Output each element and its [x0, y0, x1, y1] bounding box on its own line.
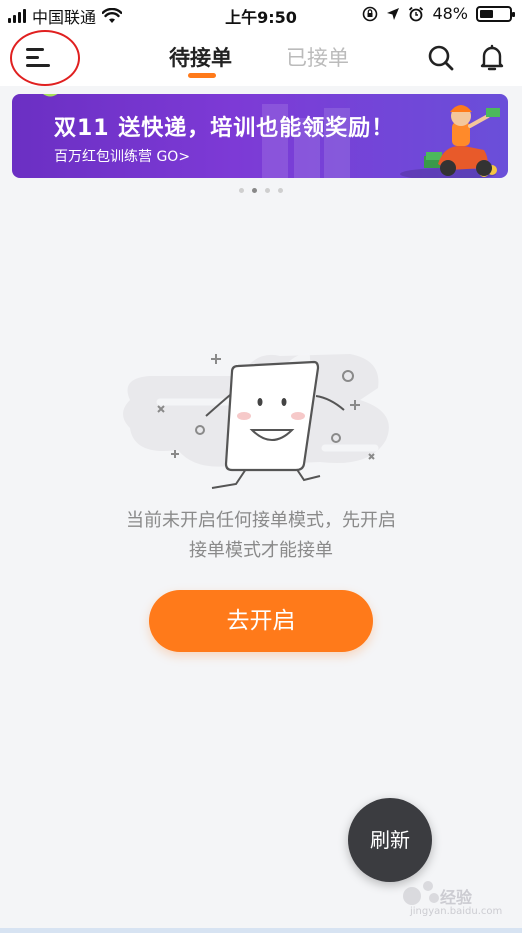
battery-percent: 48% [432, 4, 468, 23]
battery-fill [480, 9, 493, 18]
watermark-url: jingyan.baidu.com [410, 906, 503, 917]
search-icon[interactable] [427, 44, 455, 72]
refresh-button[interactable]: 刷新 [348, 798, 432, 882]
bell-icon[interactable] [478, 43, 506, 73]
menu-button[interactable] [10, 30, 80, 86]
banner-subtitle: 百万红包训练营 GO> [54, 149, 191, 165]
enable-order-mode-button[interactable]: 去开启 [149, 590, 373, 652]
status-bar: 中国联通 上午9:50 48% [0, 0, 522, 28]
promo-banner[interactable]: 双11 送快递，培训也能领奖励！ 百万红包训练营 GO> [12, 94, 508, 178]
empty-state-message: 当前未开启任何接单模式，先开启 接单模式才能接单 [60, 506, 462, 566]
carousel-dot [239, 188, 244, 193]
header: 待接单 已接单 [0, 28, 522, 86]
bottom-edge [0, 928, 522, 933]
courier-scooter-illustration-icon [400, 105, 500, 178]
watermark-text: 经验 [440, 888, 473, 907]
tab-pending-orders[interactable]: 待接单 [169, 42, 232, 72]
orientation-lock-icon [363, 6, 378, 21]
menu-icon [26, 48, 50, 68]
empty-state-message-line2: 接单模式才能接单 [189, 540, 333, 561]
carousel-indicator [0, 188, 522, 193]
alarm-icon [409, 6, 424, 21]
tab-accepted-orders[interactable]: 已接单 [286, 42, 349, 72]
empty-state-message-line1: 当前未开启任何接单模式，先开启 [126, 510, 396, 531]
empty-state-illustration-icon [123, 353, 389, 489]
active-tab-indicator [188, 73, 216, 78]
leaf-deco-icon [43, 94, 58, 97]
carousel-dot [278, 188, 283, 193]
carousel-dot [252, 188, 257, 193]
banner-title: 双11 送快递，培训也能领奖励！ [54, 116, 395, 141]
status-right: 48% [362, 4, 515, 23]
battery-icon [476, 5, 515, 22]
location-icon [387, 7, 400, 20]
carousel-dot [265, 188, 270, 193]
